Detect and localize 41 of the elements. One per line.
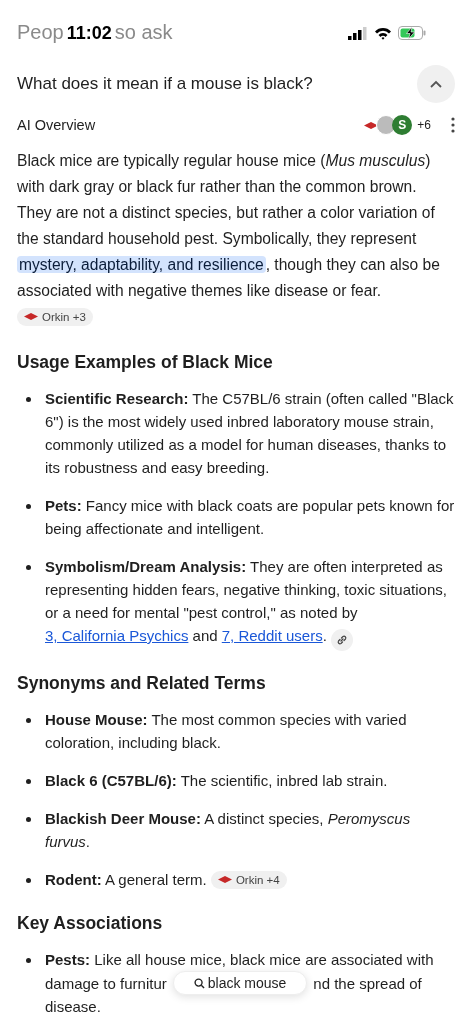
diamond-icon: [364, 121, 379, 129]
list-item-text: Blackish Deer Mouse: A distinct species, Peromyscus furvus.: [45, 809, 412, 852]
list-item-text: Symbolism/Dream Analysis: They are often interpreted as representing hidden fears, negative thinking, toxic situations, or a need for mental "pest control," as noted by 3, California Psychics and 7, Reddit users.: [45, 555, 455, 651]
link-icon[interactable]: [330, 629, 353, 651]
source-logo: S: [392, 115, 413, 135]
source-link[interactable]: 7, Reddit users: [221, 627, 323, 644]
source-chip[interactable]: Orkin +4: [210, 870, 287, 889]
status-time: 11:02: [66, 23, 112, 44]
section-heading: Synonyms and Related Terms: [17, 673, 267, 694]
question-text: What does it mean if a mouse is black?: [17, 74, 313, 94]
section-heading: Usage Examples of Black Mice: [17, 352, 274, 373]
section-title: Peop: [17, 21, 64, 44]
bullet-icon: [26, 817, 31, 822]
diamond-icon: [217, 876, 232, 883]
more-icon[interactable]: [451, 117, 455, 133]
bullet-icon: [26, 565, 31, 570]
bullet-icon: [26, 958, 31, 963]
list-item-text: House Mouse: The most common species with varied coloration, including black.: [45, 710, 408, 753]
search-pill[interactable]: black mouse: [172, 971, 308, 995]
source-chip[interactable]: Orkin +3: [17, 307, 93, 326]
section-title: so ask: [114, 21, 173, 44]
search-icon: [193, 977, 205, 989]
bullet-icon: [26, 504, 31, 509]
overview-paragraph: Black mice are typically regular house mice (Mus musculus) with dark gray or black fur rather than the common brown. They are not a distinct species, but rather a color variation of the standard household pest. Symbolically, they represent mystery, adaptability, and resilience, though they can also be associated with negative themes like disease or fear. Orkin +3: [17, 148, 455, 330]
list-item-text: Pests: Like all house mice, black mice are associated with damage to furnitur black mouse nd the spread of disease.: [45, 950, 435, 1017]
bullet-icon: [26, 397, 31, 402]
diamond-icon: [24, 313, 38, 320]
ai-overview-label: AI Overview: [17, 117, 96, 133]
source-count: +6: [417, 118, 431, 132]
source-link[interactable]: 3, California Psychics: [45, 627, 189, 644]
list-item-text: Black 6 (C57BL/6): The scientific, inbred lab strain.: [45, 771, 388, 791]
list-item-text: Scientific Research: The C57BL/6 strain (often called "Black 6") is the most widely used inbred laboratory mouse strain, commonly utilized as a model for human diseases, thanks to its robustness and easy breeding.: [45, 389, 455, 478]
bullet-icon: [26, 779, 31, 784]
wifi-icon: [374, 26, 392, 40]
list-item-text: Rodent: A general term. Orkin +4: [45, 868, 287, 891]
signal-icon: [348, 26, 368, 40]
section-heading: Key Associations: [17, 913, 164, 934]
chevron-icon: [429, 79, 443, 89]
list-item-text: Pets: Fancy mice with black coats are popular pets known for being affectionate and intelligent.: [45, 496, 455, 539]
bullet-icon: [26, 718, 31, 723]
bullet-icon: [26, 878, 31, 883]
